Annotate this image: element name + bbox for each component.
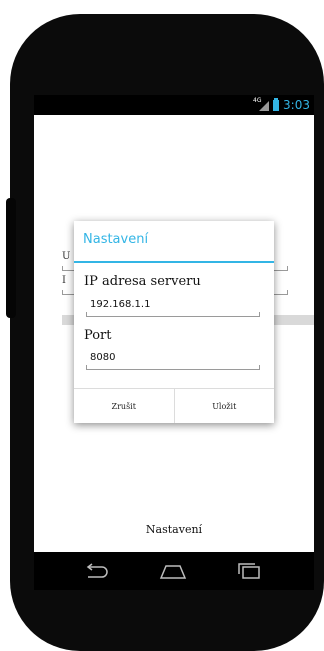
port-field[interactable]: 8080 xyxy=(90,352,115,363)
status-clock: 3:03 xyxy=(283,98,310,112)
settings-label[interactable]: Nastavení xyxy=(34,523,314,536)
signal-icon: 4G xyxy=(253,97,270,111)
recent-apps-icon[interactable] xyxy=(234,562,264,580)
status-icons: 4G 3:03 xyxy=(253,97,310,112)
settings-dialog: Nastavení IP adresa serveru 192.168.1.1 … xyxy=(74,221,274,423)
dialog-button-bar: Zrušit Uložit xyxy=(74,388,274,423)
port-field-underline xyxy=(86,365,260,370)
dialog-title: Nastavení xyxy=(83,232,149,247)
status-bar: 4G 3:03 xyxy=(34,95,314,115)
ip-address-label: IP adresa serveru xyxy=(84,274,201,289)
home-icon[interactable] xyxy=(158,562,188,580)
background-field-2-label: I xyxy=(62,275,66,286)
dialog-title-divider xyxy=(74,261,274,263)
ip-address-field-underline xyxy=(86,312,260,317)
save-button[interactable]: Uložit xyxy=(173,389,275,423)
ip-address-field[interactable]: 192.168.1.1 xyxy=(90,299,150,310)
port-label: Port xyxy=(84,328,112,343)
back-icon[interactable] xyxy=(84,562,110,580)
navigation-bar xyxy=(34,552,314,590)
phone-side-button xyxy=(6,198,16,318)
battery-icon xyxy=(273,97,280,111)
cancel-button[interactable]: Zrušit xyxy=(74,389,174,423)
background-field-1-label: U xyxy=(62,251,71,262)
